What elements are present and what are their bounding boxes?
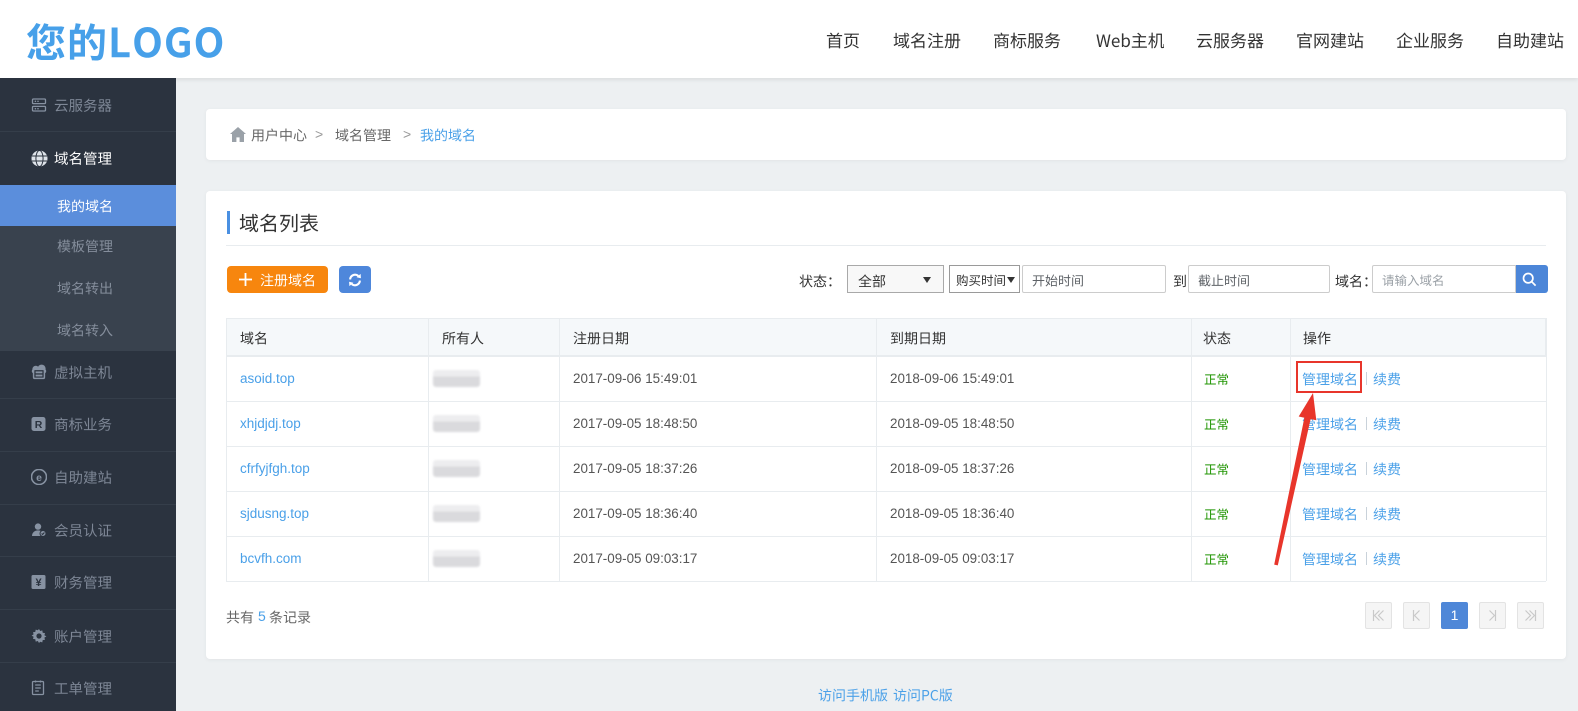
svg-text:e: e: [36, 472, 42, 484]
svg-text:R: R: [35, 419, 43, 431]
svg-text:¥: ¥: [35, 577, 42, 589]
